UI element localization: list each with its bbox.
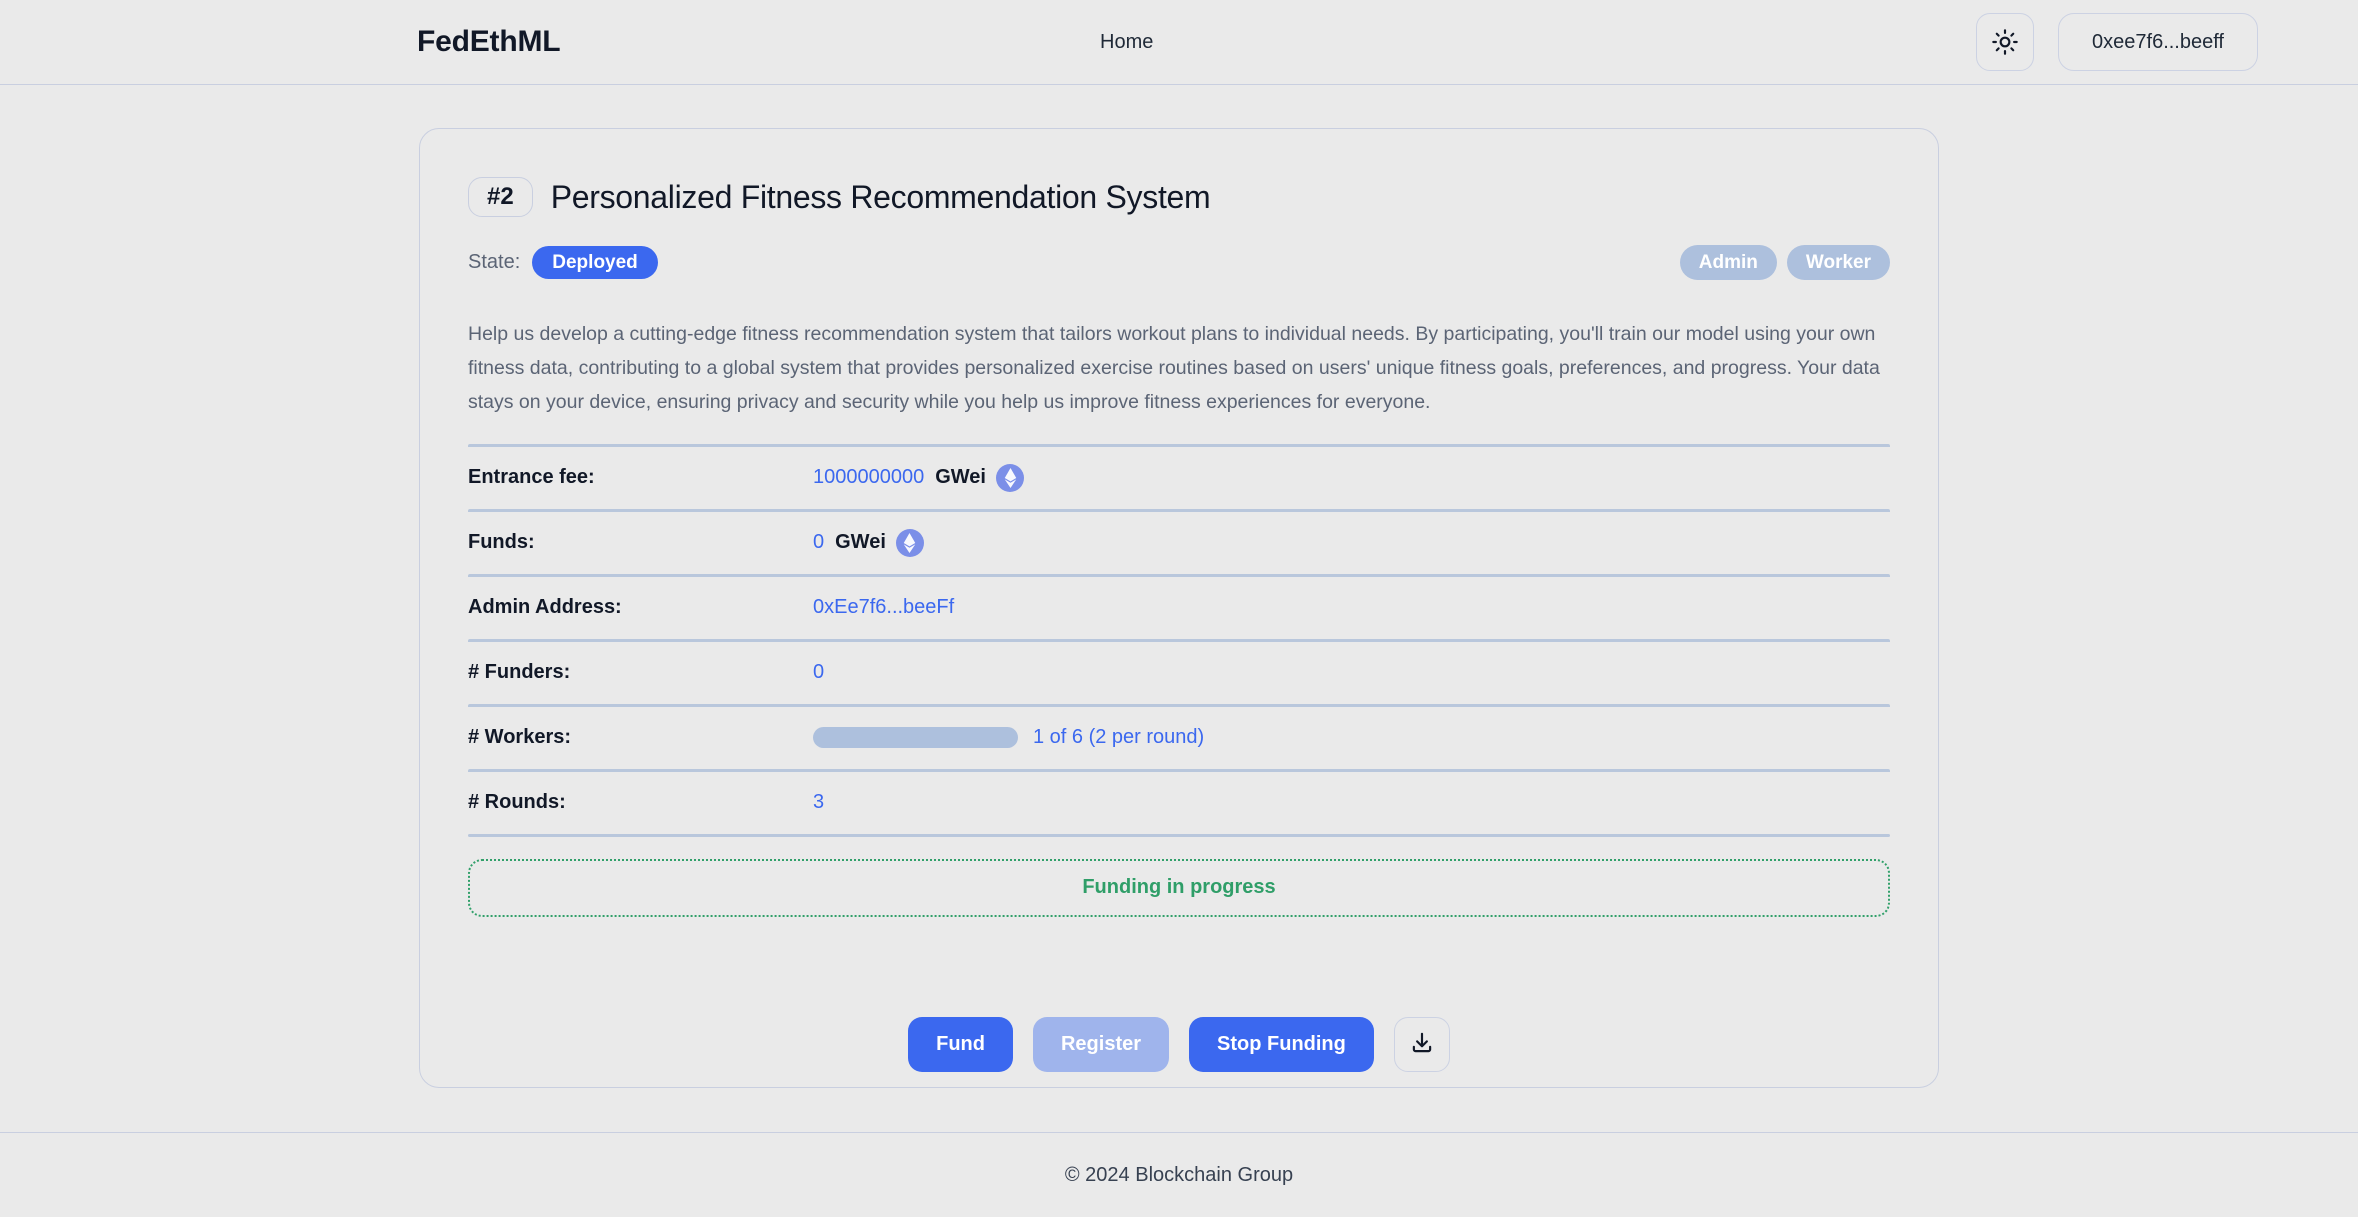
project-details-list: Entrance fee: 1000000000 GWei Funds: 0 G… — [468, 443, 1890, 837]
page-footer: © 2024 Blockchain Group — [0, 1132, 2358, 1217]
top-navbar: FedEthML Home 0xee7f6...beeff — [0, 0, 2358, 85]
project-id-chip: #2 — [468, 177, 533, 217]
detail-value: 1000000000 GWei — [813, 463, 1024, 492]
theme-toggle-button[interactable] — [1976, 13, 2034, 71]
sun-icon — [1992, 29, 2018, 55]
stop-funding-button[interactable]: Stop Funding — [1189, 1016, 1374, 1072]
workers-progress-bar — [813, 727, 1018, 749]
detail-value: 1 of 6 (2 per round) — [813, 726, 1204, 749]
status-badge: Deployed — [532, 245, 658, 279]
download-icon — [1409, 1030, 1435, 1059]
detail-label: # Funders: — [468, 661, 571, 684]
detail-row-admin-address: Admin Address: 0xEe7f6...beeFf — [468, 573, 1890, 639]
ethereum-icon — [895, 528, 924, 557]
detail-label: Admin Address: — [468, 596, 622, 619]
register-button[interactable]: Register — [1032, 1016, 1170, 1072]
navbar-right: 0xee7f6...beeff — [1976, 13, 2258, 71]
detail-row-rounds: # Rounds: 3 — [468, 768, 1890, 834]
detail-row-funders: # Funders: 0 — [468, 638, 1890, 704]
detail-value: 0 GWei — [813, 528, 924, 557]
workers-count-label: 1 of 6 (2 per round) — [1033, 726, 1205, 749]
project-card: #2 Personalized Fitness Recommendation S… — [419, 128, 1939, 1088]
main-content: #2 Personalized Fitness Recommendation S… — [0, 85, 2358, 1132]
project-state-row: State: Deployed Admin Worker — [468, 244, 1890, 280]
role-badge-admin[interactable]: Admin — [1679, 244, 1777, 280]
nav-links: Home — [1100, 31, 1153, 54]
detail-row-workers: # Workers: 1 of 6 (2 per round) — [468, 703, 1890, 769]
funds-amount: 0 — [813, 531, 825, 554]
detail-row-funds: Funds: 0 GWei — [468, 508, 1890, 574]
admin-address-value[interactable]: 0xEe7f6...beeFf — [813, 596, 954, 619]
funding-status-banner: Funding in progress — [468, 858, 1890, 917]
role-badge-worker[interactable]: Worker — [1786, 244, 1890, 280]
rounds-count: 3 — [813, 791, 825, 814]
entrance-fee-unit: GWei — [935, 466, 986, 489]
project-description: Help us develop a cutting-edge fitness r… — [468, 323, 1880, 413]
entrance-fee-amount: 1000000000 — [813, 466, 925, 489]
project-title: Personalized Fitness Recommendation Syst… — [550, 178, 1211, 215]
action-buttons: Fund Register Stop Funding — [468, 1016, 1890, 1072]
detail-list-bottom-divider — [468, 833, 1890, 837]
role-badges: Admin Worker — [1679, 244, 1890, 280]
nav-link-home[interactable]: Home — [1100, 31, 1153, 54]
footer-copyright: © 2024 Blockchain Group — [1064, 1163, 1294, 1186]
page-root: FedEthML Home 0xee7f6...beeff #2 Persona… — [0, 0, 2358, 1217]
detail-label: Entrance fee: — [468, 466, 595, 489]
fund-button[interactable]: Fund — [908, 1016, 1013, 1072]
funds-unit: GWei — [835, 531, 886, 554]
detail-label: # Workers: — [468, 726, 572, 749]
download-button[interactable] — [1393, 1016, 1450, 1072]
brand-logo[interactable]: FedEthML — [417, 25, 561, 59]
project-header: #2 Personalized Fitness Recommendation S… — [468, 177, 1890, 217]
ethereum-icon — [996, 463, 1024, 492]
detail-label: Funds: — [468, 531, 535, 554]
funders-count: 0 — [813, 661, 825, 684]
detail-row-entrance-fee: Entrance fee: 1000000000 GWei — [468, 443, 1890, 509]
state-label: State: — [468, 250, 521, 273]
detail-label: # Rounds: — [468, 791, 566, 814]
account-address-button[interactable]: 0xee7f6...beeff — [2058, 13, 2258, 71]
